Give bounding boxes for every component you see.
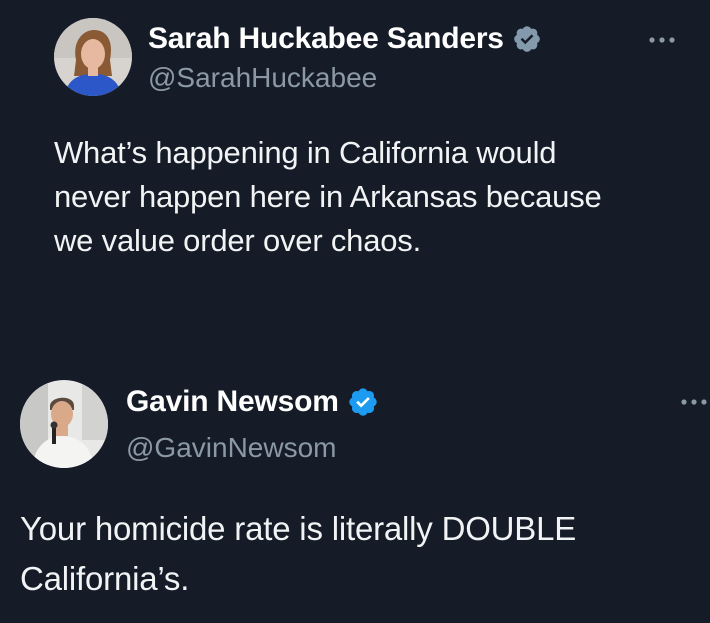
more-options-icon[interactable] xyxy=(648,36,678,44)
more-options-icon[interactable] xyxy=(680,398,710,406)
tweet-text-line: we value order over chaos. xyxy=(54,223,421,258)
avatar[interactable] xyxy=(20,380,108,468)
avatar[interactable] xyxy=(54,18,132,96)
tweet-text-line: What’s happening in California would xyxy=(54,135,557,170)
profile-photo-icon xyxy=(54,18,132,96)
name-row: Gavin Newsom xyxy=(126,385,379,419)
tweet-text-line: California’s. xyxy=(20,560,190,597)
handle[interactable]: @GavinNewsom xyxy=(126,432,336,464)
tweet-text-line: Your homicide rate is literally DOUBLE xyxy=(20,510,577,547)
display-name[interactable]: Sarah Huckabee Sanders xyxy=(148,22,504,56)
tweet-text: What’s happening in California would nev… xyxy=(54,131,602,263)
tweet-text: Your homicide rate is literally DOUBLE C… xyxy=(20,504,576,604)
gray-verified-badge-icon xyxy=(512,24,542,54)
display-name[interactable]: Gavin Newsom xyxy=(126,385,339,419)
handle[interactable]: @SarahHuckabee xyxy=(148,62,377,94)
tweet-text-line: never happen here in Arkansas because xyxy=(54,179,602,214)
profile-photo-icon xyxy=(20,380,108,468)
name-row: Sarah Huckabee Sanders xyxy=(148,22,542,56)
blue-verified-badge-icon xyxy=(347,386,379,418)
